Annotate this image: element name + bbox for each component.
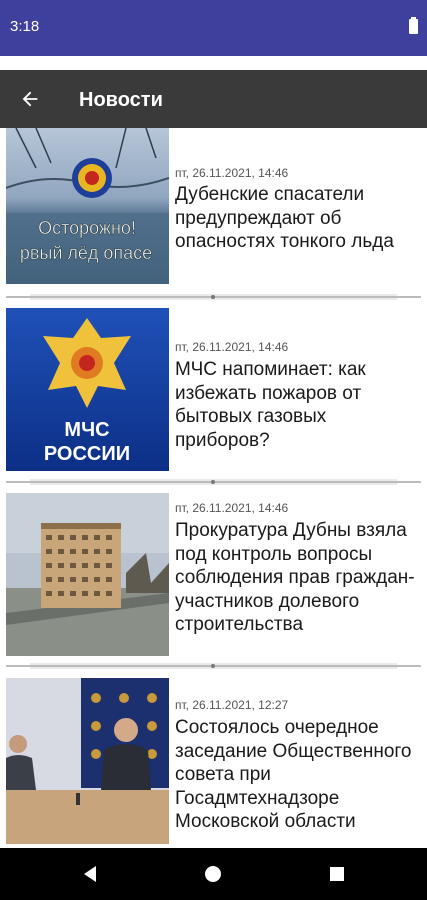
news-thumbnail: [6, 678, 169, 844]
image-caption: Осторожно!: [38, 218, 136, 238]
nav-home-button[interactable]: [197, 858, 229, 890]
nav-back-button[interactable]: [74, 858, 106, 890]
divider: [6, 479, 421, 485]
back-button[interactable]: [10, 79, 50, 119]
news-date: пт, 26.11.2021, 14:46: [175, 166, 289, 180]
news-item[interactable]: МЧС РОССИИ пт, 26.11.2021, 14:46 МЧС нап…: [0, 308, 427, 472]
news-title[interactable]: Состоялось очередное заседание Обществен…: [175, 716, 420, 834]
app-bar: Новости: [0, 70, 427, 128]
arrow-left-icon: [22, 91, 38, 107]
circle-home-icon: [205, 866, 221, 882]
news-date: пт, 26.11.2021, 14:46: [175, 501, 289, 515]
news-thumbnail: МЧС РОССИИ: [6, 308, 169, 471]
divider: [6, 663, 421, 669]
status-time: 3:18: [10, 18, 40, 35]
nav-recents-button[interactable]: [321, 858, 353, 890]
page-title: Новости: [79, 89, 163, 111]
square-recents-icon: [330, 867, 344, 881]
news-date: пт, 26.11.2021, 14:46: [175, 340, 289, 354]
news-item[interactable]: Осторожно! рвый лёд опасе пт, 26.11.2021…: [0, 128, 427, 290]
news-item[interactable]: пт, 26.11.2021, 12:27 Состоялось очередн…: [0, 678, 427, 848]
image-caption: МЧС: [64, 419, 109, 441]
divider: [6, 294, 421, 300]
triangle-back-icon: [84, 866, 96, 882]
image-caption: РОССИИ: [44, 443, 130, 465]
news-item[interactable]: пт, 26.11.2021, 14:46 Прокуратура Дубны …: [0, 493, 427, 657]
battery-icon: [409, 17, 418, 34]
news-feed[interactable]: Осторожно! рвый лёд опасе пт, 26.11.2021…: [0, 128, 427, 848]
news-title[interactable]: МЧС напоминает: как избежать пожаров от …: [175, 358, 420, 452]
news-thumbnail: Осторожно! рвый лёд опасе: [6, 128, 169, 284]
image-caption: рвый лёд опасе: [20, 243, 152, 263]
news-title[interactable]: Прокуратура Дубны взяла под контроль воп…: [175, 519, 420, 637]
news-thumbnail: [6, 493, 169, 656]
news-title[interactable]: Дубенские спасатели предупреждают об опа…: [175, 183, 420, 254]
news-date: пт, 26.11.2021, 12:27: [175, 698, 289, 712]
status-bar: 3:18: [0, 0, 427, 56]
system-nav-bar: [0, 848, 427, 900]
